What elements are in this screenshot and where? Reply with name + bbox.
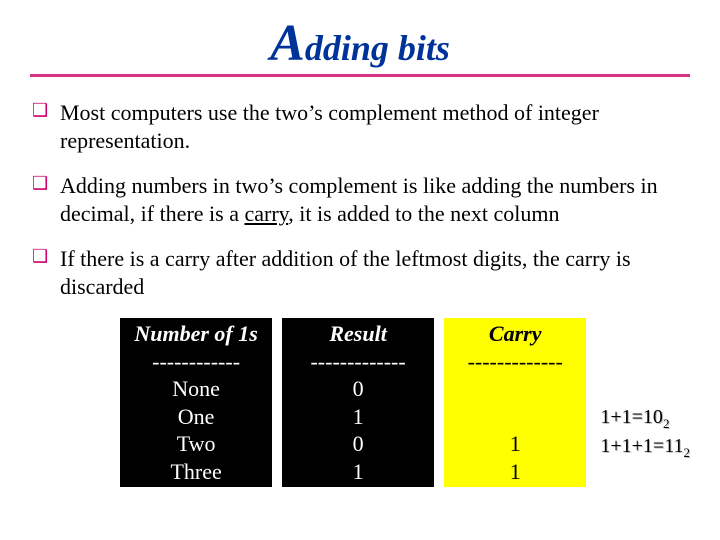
bullet-item: If there is a carry after addition of th… xyxy=(30,245,690,300)
col-separator: ------------ xyxy=(120,348,272,376)
carry-word: carry xyxy=(244,201,288,226)
title-rest: dding bits xyxy=(305,28,450,68)
col-carry: Carry ------------- 1 1 xyxy=(444,318,586,487)
bullet-item: Most computers use the two’s complement … xyxy=(30,99,690,154)
table-cell xyxy=(444,403,586,431)
annotation-line: 1+1+1=112 xyxy=(600,433,690,462)
bullet-text: If there is a carry after addition of th… xyxy=(60,246,631,299)
table-cell: 1 xyxy=(282,403,434,431)
table-cell: 1 xyxy=(282,458,434,486)
table-cell: None xyxy=(120,375,272,403)
carry-table: Number of 1s ------------ None One Two T… xyxy=(120,318,690,487)
title-initial: A xyxy=(270,15,305,72)
col-number-of-1s: Number of 1s ------------ None One Two T… xyxy=(120,318,272,487)
annotation-text: 1+1=10 xyxy=(600,406,663,428)
bullet-text: Adding numbers in two’s complement is li… xyxy=(60,173,658,226)
table-cell: One xyxy=(120,403,272,431)
col-header: Result xyxy=(282,320,434,348)
slide: Adding bits Most computers use the two’s… xyxy=(0,0,720,540)
col-header: Carry xyxy=(444,320,586,348)
bullet-list: Most computers use the two’s complement … xyxy=(30,99,690,300)
slide-title: Adding bits xyxy=(270,18,450,70)
bullet-item: Adding numbers in two’s complement is li… xyxy=(30,172,690,227)
col-separator: ------------- xyxy=(282,348,434,376)
col-result: Result ------------- 0 1 0 1 xyxy=(282,318,434,487)
table-cell: 0 xyxy=(282,375,434,403)
table-cell: 0 xyxy=(282,430,434,458)
col-separator: ------------- xyxy=(444,348,586,376)
col-header: Number of 1s xyxy=(120,320,272,348)
table-cell: Three xyxy=(120,458,272,486)
annotation-text: 1+1+1=11 xyxy=(600,435,683,457)
annotation-line: 1+1=102 xyxy=(600,404,690,433)
table-cell: Two xyxy=(120,430,272,458)
title-wrap: Adding bits xyxy=(30,18,690,77)
annotation-sub: 2 xyxy=(663,416,670,431)
table-cell xyxy=(444,375,586,403)
table-cell: 1 xyxy=(444,430,586,458)
table-cell: 1 xyxy=(444,458,586,486)
bullet-text: Most computers use the two’s complement … xyxy=(60,100,599,153)
binary-annotations: 1+1=102 1+1+1=112 xyxy=(600,318,690,461)
annotation-sub: 2 xyxy=(683,445,690,460)
